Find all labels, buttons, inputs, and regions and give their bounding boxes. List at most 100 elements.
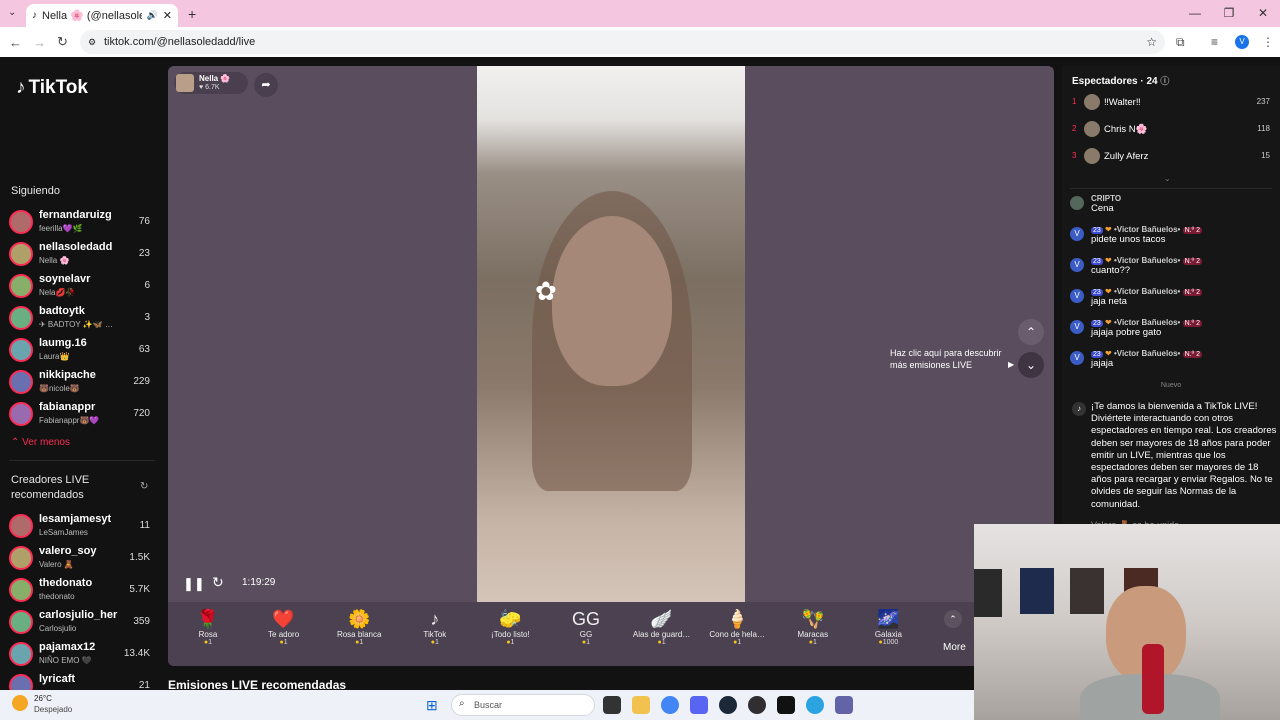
sidebar-account[interactable]: nikkipache 🐻nicole🐻 229 [9, 368, 155, 396]
sidebar-account[interactable]: pajamax12 NIÑO EMO 🖤 13.4K [9, 640, 155, 668]
chat-message[interactable]: CRIPTO Cena [1070, 194, 1275, 214]
taskbar-search[interactable]: ⌕ Buscar [451, 694, 595, 716]
gift-name: Alas de guard… [632, 630, 691, 639]
discord-icon[interactable] [690, 696, 708, 714]
media-icon[interactable]: ≡ [1211, 35, 1218, 49]
gift-item[interactable]: 🪇 Maracas ●1 [776, 608, 850, 646]
refresh-icon[interactable]: ↻ [140, 481, 148, 492]
more-gifts-button[interactable]: More [943, 642, 966, 653]
reload-icon[interactable]: ↻ [57, 34, 68, 50]
sidebar-account[interactable]: soynelavr Nela💋🥀 6 [9, 272, 155, 300]
file-explorer-icon[interactable] [632, 696, 650, 714]
account-name: nikkipache [39, 369, 96, 381]
gift-price: 1 [737, 639, 742, 646]
info-icon[interactable]: ⓘ [1160, 76, 1169, 86]
windows-start-icon[interactable]: ⊞ [426, 697, 438, 714]
browser-toolbar: ← → ↻ ⚙ tiktok.com/@nellasoledadd/live ☆… [0, 27, 1280, 57]
viewer-rank: 1 [1072, 97, 1077, 106]
extensions-icon[interactable]: ⧉ [1176, 35, 1185, 50]
weather-icon[interactable] [12, 695, 28, 711]
profile-avatar[interactable]: V [1235, 35, 1249, 49]
nav-up-button[interactable]: ⌃ [1018, 319, 1044, 345]
task-view-icon[interactable] [603, 696, 621, 714]
sidebar-account[interactable]: lyricaft 21 [9, 672, 155, 690]
restore-button[interactable]: ❐ [1212, 0, 1246, 27]
welcome-message: ¡Te damos la bienvenida a TikTok LIVE! D… [1091, 401, 1277, 510]
sidebar-account[interactable]: laumg.16 Laura👑 63 [9, 336, 155, 364]
tiktok-logo[interactable]: ♪ TikTok [16, 77, 88, 99]
chat-message[interactable]: V 23 ❤ •Victor Bañuelos• N.º 2 jajaja [1070, 349, 1275, 369]
sidebar-account[interactable]: thedonato thedonato 5.7K [9, 576, 155, 604]
browser-tab[interactable]: ♪ Nella 🌸 (@nellasoledadd) 🔊 ✕ [26, 4, 178, 27]
gift-item[interactable]: 🍦 Cono de hela… ●1 [700, 608, 774, 646]
sidebar-account[interactable]: lesamjamesyt LeSamJames 11 [9, 512, 155, 540]
level-badge: 23 [1091, 258, 1103, 265]
telegram-icon[interactable] [806, 696, 824, 714]
gift-item[interactable]: GG GG ●1 [549, 608, 623, 646]
browser-menu-icon[interactable]: ⋮ [1262, 35, 1274, 49]
tab-menu-icon[interactable]: ⌄ [8, 7, 16, 18]
minimize-button[interactable]: — [1178, 0, 1212, 27]
chat-message[interactable]: V 23 ❤ •Victor Bañuelos• N.º 2 pidete unos… [1070, 225, 1275, 245]
pause-button[interactable]: ❚❚ [183, 576, 205, 592]
account-subtitle: NIÑO EMO 🖤 [39, 656, 92, 665]
account-subtitle: Nela💋🥀 [39, 288, 76, 297]
viewer-count: 76 [138, 216, 150, 227]
gift-item[interactable]: 🌌 Galaxia ●1000 [851, 608, 925, 646]
gift-item[interactable]: ♪ TikTok ●1 [398, 608, 472, 646]
tiktok-app-icon[interactable] [777, 696, 795, 714]
discover-more-tip[interactable]: Haz clic aquí para descubrir más emision… [890, 347, 1005, 371]
gift-item[interactable]: 🌼 Rosa blanca ●1 [322, 608, 396, 646]
close-window-button[interactable]: ✕ [1246, 0, 1280, 27]
gift-scroll-up-icon[interactable]: ⌃ [944, 610, 962, 628]
share-icon[interactable]: ➦ [254, 73, 278, 97]
obs-icon[interactable] [748, 696, 766, 714]
account-name: nellasoledadd [39, 241, 113, 253]
address-bar[interactable]: ⚙ tiktok.com/@nellasoledadd/live ☆ [80, 30, 1165, 54]
sidebar-account[interactable]: fabianappr Fabianappr🐻💜 720 [9, 400, 155, 428]
rank-badge: N.º 2 [1182, 227, 1202, 234]
chat-message[interactable]: V 23 ❤ •Victor Bañuelos• N.º 2 jajaja pobr… [1070, 318, 1275, 338]
gift-item[interactable]: 🧽 ¡Todo listo! ●1 [473, 608, 547, 646]
see-less-link[interactable]: ⌃ Ver menos [11, 437, 70, 448]
viewer-count: 1.5K [129, 552, 150, 563]
forward-icon[interactable]: → [33, 35, 46, 50]
bookmark-star-icon[interactable]: ☆ [1146, 35, 1157, 49]
rank-badge: N.º 2 [1182, 289, 1202, 296]
level-badge: 23 [1091, 227, 1103, 234]
poster-frame [974, 569, 1002, 617]
sidebar-account[interactable]: nellasoledadd Nella 🌸 23 [9, 240, 155, 268]
sidebar-account[interactable]: badtoytk ✈ BADTOY ✨🦋 … 3 [9, 304, 155, 332]
sidebar-account[interactable]: valero_soy Valero 🧸 1.5K [9, 544, 155, 572]
chrome-icon[interactable] [661, 696, 679, 714]
top-viewer-row[interactable]: 1 ‼Walter‼ 237 [1072, 94, 1270, 112]
teams-icon[interactable] [835, 696, 853, 714]
sidebar-account[interactable]: fernandaruizg feerilla💜🌿 76 [9, 208, 155, 236]
top-viewer-row[interactable]: 3 Zully Aferz 15 [1072, 148, 1270, 166]
gift-item[interactable]: ❤️ Te adoro ●1 [247, 608, 321, 646]
gift-item[interactable]: 🪽 Alas de guard… ●1 [625, 608, 699, 646]
top-viewer-row[interactable]: 2 Chris N🌸 118 [1072, 121, 1270, 139]
gift-icon: 🌼 [347, 609, 371, 629]
gift-item[interactable]: 🌹 Rosa ●1 [171, 608, 245, 646]
expand-viewers-icon[interactable]: ⌄ [1164, 174, 1171, 183]
chat-message[interactable]: V 23 ❤ •Victor Bañuelos• N.º 2 jaja neta [1070, 287, 1275, 307]
site-info-icon[interactable]: ⚙ [88, 37, 96, 48]
live-video[interactable]: ✿ [477, 66, 745, 602]
rank-badge: N.º 2 [1182, 258, 1202, 265]
steam-icon[interactable] [719, 696, 737, 714]
host-card[interactable]: Nella 🌸 ♥ 6.7K [174, 72, 248, 94]
nav-down-button[interactable]: ⌄ [1018, 352, 1044, 378]
audio-icon[interactable]: 🔊 [147, 10, 158, 21]
tab-close-icon[interactable]: ✕ [163, 9, 172, 22]
back-icon[interactable]: ← [9, 35, 22, 50]
viewer-score: 15 [1261, 151, 1270, 160]
account-name: thedonato [39, 577, 93, 589]
replay-icon[interactable]: ↻ [212, 574, 224, 591]
gift-name: Te adoro [268, 630, 300, 639]
avatar [9, 242, 33, 266]
new-tab-button[interactable]: + [188, 6, 196, 22]
avatar [9, 610, 33, 634]
chat-message[interactable]: V 23 ❤ •Victor Bañuelos• N.º 2 cuanto?? [1070, 256, 1275, 276]
sidebar-account[interactable]: carlosjulio_her Carlosjulio 359 [9, 608, 155, 636]
